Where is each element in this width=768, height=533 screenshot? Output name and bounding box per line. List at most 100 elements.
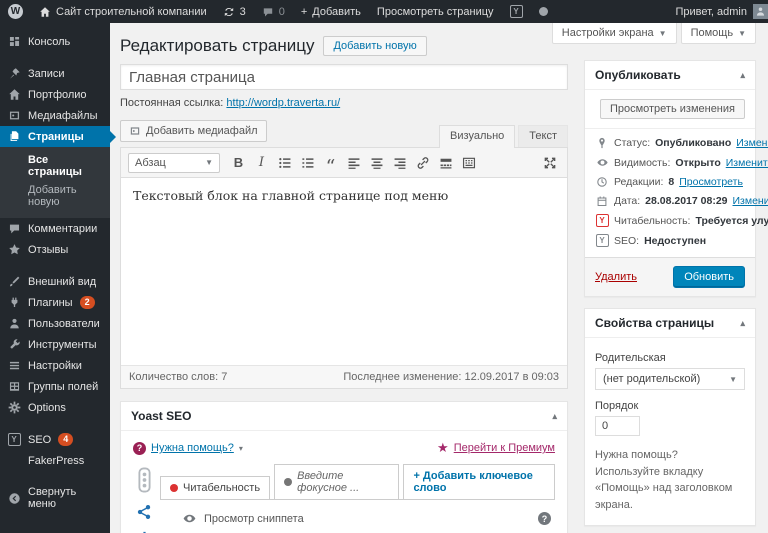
wordpress-logo-menu[interactable]: W [0,0,31,23]
help-label: Помощь [691,27,734,39]
edit-date-link[interactable]: Изменить [733,195,768,207]
tab-readability[interactable]: Читабельность [160,476,270,500]
tab-focus-keyword[interactable]: Введите фокусное ... [274,464,399,500]
sidebar-item-posts[interactable]: Записи [0,63,110,84]
seo-notification-badge: 4 [58,433,73,446]
editor-content[interactable]: Текстовый блок на главной странице под м… [121,178,567,365]
post-status-pin-icon [595,137,609,149]
go-premium-link[interactable]: Перейти к Премиум [454,442,555,454]
attributes-panel-header[interactable]: Свойства страницы ▴ [585,309,755,338]
help-tab[interactable]: Помощь ▼ [681,23,756,44]
sidebar-item-comments[interactable]: Комментарии [0,218,110,239]
link-button[interactable] [412,152,433,173]
sidebar-item-portfolio[interactable]: Портфолио [0,84,110,105]
plugin-icon [7,296,21,309]
screen-options-tab[interactable]: Настройки экрана ▼ [552,23,677,44]
yoast-panel-header[interactable]: Yoast SEO ▴ [121,402,567,431]
bullet-list-button[interactable] [274,152,295,173]
paragraph-format-select[interactable]: Абзац ▼ [128,153,220,173]
view-page-link[interactable]: Просмотреть страницу [369,0,502,23]
move-to-trash-link[interactable]: Удалить [595,271,637,283]
yoast-adminbar-menu[interactable]: Y [502,0,531,23]
align-center-button[interactable] [366,152,387,173]
sidebar-item-appearance[interactable]: Внешний вид [0,271,110,292]
sidebar-item-dashboard[interactable]: Консоль [0,31,110,52]
parent-page-select[interactable]: (нет родительской) ▼ [595,368,745,390]
sidebar-item-field-groups[interactable]: Группы полей [0,376,110,397]
help-question-icon[interactable]: ? [133,442,146,455]
yoast-sidebar-rail [128,464,160,533]
chevron-down-icon: ▼ [205,158,213,167]
comments-icon [7,222,21,235]
avatar[interactable] [753,4,768,19]
browse-revisions-link[interactable]: Просмотреть [679,176,743,188]
sidebar-item-options[interactable]: Options [0,397,110,418]
tab-text[interactable]: Текст [518,125,568,147]
align-right-button[interactable] [389,152,410,173]
collapse-toggle-icon[interactable]: ▴ [552,411,557,422]
add-new-page-button[interactable]: Добавить новую [323,36,426,56]
edit-status-link[interactable]: Изменить [736,137,768,149]
submenu-all-pages[interactable]: Все страницы [0,151,110,181]
sidebar-item-plugins[interactable]: Плагины 2 [0,292,110,313]
snippet-preview-label: Просмотр сниппета [204,513,304,525]
submenu-add-new[interactable]: Добавить новую [0,181,110,211]
sidebar-item-pages[interactable]: Страницы [0,126,110,147]
publish-panel: Опубликовать ▴ Просмотреть изменения Ста… [584,60,756,297]
read-more-button[interactable] [435,152,456,173]
gear-icon [7,401,21,414]
tab-label: Введите фокусное ... [297,470,389,494]
sidebar-item-collapse-menu[interactable]: Свернуть меню [0,482,110,514]
social-share-icon[interactable] [136,504,152,520]
snippet-preview-section: Просмотр сниппета ? Главная страница - С… [160,499,555,533]
traffic-light-icon[interactable] [137,467,152,493]
tab-add-keyword[interactable]: + Добавить ключевое слово [403,464,555,500]
menu-order-input[interactable] [595,416,640,436]
update-button[interactable]: Обновить [673,266,745,288]
numbered-list-button[interactable] [297,152,318,173]
tab-visual[interactable]: Визуально [439,125,515,148]
sidebar-item-settings[interactable]: Настройки [0,355,110,376]
wrench-icon [7,338,21,351]
post-title-input[interactable] [120,64,568,90]
visibility-label: Видимость: [614,157,670,169]
parent-label: Родительская [595,352,745,364]
sidebar-item-label: Пользователи [28,318,100,330]
permalink-label: Постоянная ссылка: [120,97,223,109]
comments-link[interactable]: 0 [254,0,293,23]
sidebar-item-label: Комментарии [28,223,97,235]
toolbar-toggle-button[interactable] [458,152,479,173]
main-column: Редактировать страницу Добавить новую По… [120,35,568,533]
add-new-menu[interactable]: + Добавить [293,0,369,23]
snippet-help-icon[interactable]: ? [538,512,551,525]
calendar-icon [595,195,609,207]
pages-icon [7,130,21,143]
sidebar-item-media[interactable]: Медиафайлы [0,105,110,126]
collapse-toggle-icon[interactable]: ▴ [740,70,745,81]
sidebar-item-reviews[interactable]: Отзывы [0,239,110,260]
blockquote-button[interactable]: “ [320,152,341,173]
edit-visibility-link[interactable]: Изменить [726,157,768,169]
need-help-link[interactable]: Нужна помощь? [151,442,234,454]
add-new-label: Добавить [312,6,361,18]
sidebar-item-fakerpress[interactable]: FakerPress [0,450,110,471]
sidebar-item-seo[interactable]: Y SEO 4 [0,429,110,450]
word-count-value: 7 [221,371,227,383]
site-name-link[interactable]: Сайт строительной компании [31,0,215,23]
italic-button[interactable]: I [251,152,272,173]
fakerpress-icon [539,7,548,16]
permalink-link[interactable]: http://wordp.traverta.ru/ [226,97,340,109]
sidebar-item-tools[interactable]: Инструменты [0,334,110,355]
add-media-button[interactable]: Добавить медиафайл [120,120,267,142]
publish-panel-header[interactable]: Опубликовать ▴ [585,61,755,90]
updates-link[interactable]: 3 [215,0,254,23]
bold-button[interactable]: B [228,152,249,173]
align-left-button[interactable] [343,152,364,173]
preview-changes-button[interactable]: Просмотреть изменения [600,99,745,119]
sidebar-item-users[interactable]: Пользователи [0,313,110,334]
fakerpress-adminbar-menu[interactable] [531,0,556,23]
user-greeting[interactable]: Привет, admin [675,6,747,18]
fullscreen-button[interactable] [539,152,560,173]
collapse-toggle-icon[interactable]: ▴ [740,318,745,329]
dashboard-icon [7,35,21,48]
